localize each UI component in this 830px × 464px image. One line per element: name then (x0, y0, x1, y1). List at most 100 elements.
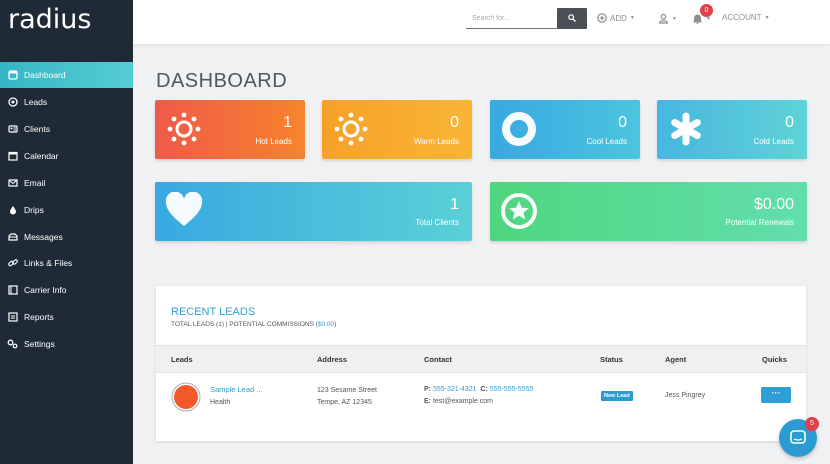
chat-icon (790, 430, 806, 444)
plus-circle-icon (597, 13, 607, 23)
add-menu[interactable]: ADD ▼ (597, 13, 635, 23)
total-clients-card[interactable]: 1 Total Clients (155, 182, 472, 241)
column-contact[interactable]: Contact (424, 355, 452, 364)
search-icon (568, 14, 576, 22)
sidebar-item-clients[interactable]: Clients (0, 116, 133, 142)
hot-leads-card[interactable]: 1 Hot Leads (155, 100, 305, 159)
sidebar-item-label: Reports (24, 312, 54, 322)
phone-link[interactable]: 555-321-4321 (433, 386, 477, 393)
summary-prefix: TOTAL LEADS (1) | POTENTIAL COMMISSIONS … (171, 321, 318, 328)
column-agent[interactable]: Agent (665, 355, 686, 364)
cold-leads-label: Cold Leads (753, 137, 794, 146)
sidebar: radius Dashboard Leads Clients Calendar … (0, 0, 133, 464)
calendar-icon (7, 151, 18, 162)
agent-name: Jess Pingrey (665, 392, 706, 399)
drip-icon (7, 205, 18, 216)
hot-leads-label: Hot Leads (255, 137, 292, 146)
settings-icon (7, 339, 18, 350)
email-value: test@example.com (432, 398, 493, 405)
sidebar-item-links-files[interactable]: Links & Files (0, 250, 133, 276)
dashboard-icon (7, 70, 18, 81)
ring-icon (502, 112, 536, 146)
chat-badge: 5 (805, 417, 819, 431)
cool-leads-card[interactable]: 0 Cool Leads (490, 100, 640, 159)
cell-link[interactable]: 555-555-5555 (490, 386, 534, 393)
column-status[interactable]: Status (600, 355, 623, 364)
potential-renewals-card[interactable]: $0.00 Potential Renewals (490, 182, 807, 241)
top-bar: ADD ▼ ▼ ▼ 0 ACCOUNT ▼ (133, 0, 830, 44)
sidebar-item-carrier-info[interactable]: Carrier Info (0, 277, 133, 303)
warm-leads-card[interactable]: 0 Warm Leads (322, 100, 472, 159)
sidebar-item-label: Email (24, 178, 46, 188)
page-title: DASHBOARD (156, 70, 288, 92)
total-clients-value: 1 (450, 196, 459, 213)
table-header: Leads Address Contact Status Agent Quick… (156, 345, 806, 373)
recent-leads-summary: TOTAL LEADS (1) | POTENTIAL COMMISSIONS … (171, 321, 336, 328)
sidebar-item-label: Drips (24, 205, 44, 215)
search-input[interactable] (466, 9, 557, 29)
user-menu[interactable]: ▼ (658, 13, 677, 24)
cell-label: C: (480, 386, 488, 393)
chevron-down-icon: ▼ (629, 15, 635, 21)
sidebar-item-calendar[interactable]: Calendar (0, 143, 133, 169)
address-line-1: 123 Sesame Street (317, 387, 377, 394)
recent-leads-title: RECENT LEADS (171, 306, 256, 318)
snowflake-icon (671, 112, 701, 146)
heart-icon (165, 192, 203, 226)
add-label: ADD (610, 13, 627, 23)
search-button[interactable] (557, 8, 587, 29)
column-address[interactable]: Address (317, 355, 347, 364)
sidebar-item-messages[interactable]: Messages (0, 224, 133, 250)
user-icon (658, 13, 669, 24)
column-quicks[interactable]: Quicks (762, 355, 787, 364)
cool-leads-value: 0 (618, 114, 627, 131)
contact-email: E: test@example.com (424, 398, 493, 405)
sidebar-item-label: Carrier Info (24, 285, 67, 295)
sidebar-item-leads[interactable]: Leads (0, 89, 133, 115)
phone-label: P: (424, 386, 431, 393)
warm-leads-value: 0 (450, 114, 459, 131)
account-label: ACCOUNT (722, 13, 762, 22)
sidebar-item-label: Messages (24, 232, 63, 242)
potential-renewals-value: $0.00 (753, 196, 794, 213)
sidebar-item-drips[interactable]: Drips (0, 197, 133, 223)
link-icon (7, 258, 18, 269)
quick-actions-button[interactable]: ··· (761, 387, 791, 403)
column-leads[interactable]: Leads (171, 355, 193, 364)
chevron-down-icon: ▼ (672, 15, 677, 22)
lead-name-link[interactable]: Sample Lead ... (210, 385, 263, 394)
cold-leads-value: 0 (785, 114, 794, 131)
chevron-down-icon: ▼ (764, 14, 770, 21)
potential-renewals-label: Potential Renewals (725, 218, 794, 227)
sidebar-item-email[interactable]: Email (0, 170, 133, 196)
sidebar-item-label: Settings (24, 339, 55, 349)
status-badge: New Lead (601, 391, 633, 401)
address-line-2: Tempe, AZ 12345 (317, 399, 372, 406)
warm-leads-label: Warm Leads (413, 137, 459, 146)
brand-logo[interactable]: radius (8, 4, 91, 35)
sun-icon (334, 112, 368, 146)
sidebar-item-label: Dashboard (24, 70, 66, 80)
sidebar-item-label: Calendar (24, 151, 59, 161)
leads-icon (7, 97, 18, 108)
email-label: E: (424, 398, 431, 405)
sidebar-item-dashboard[interactable]: Dashboard (0, 62, 133, 88)
contact-phones: P: 555-321-4321 C: 555-555-5555 (424, 386, 533, 393)
star-badge-icon (501, 193, 537, 229)
clients-icon (7, 124, 18, 135)
sidebar-item-settings[interactable]: Settings (0, 331, 133, 357)
sidebar-item-reports[interactable]: Reports (0, 304, 133, 330)
account-menu[interactable]: ACCOUNT ▼ (722, 13, 770, 22)
commission-link[interactable]: $0.00 (318, 321, 334, 328)
reports-icon (7, 312, 18, 323)
lead-type: Health (210, 399, 231, 406)
sidebar-item-label: Leads (24, 97, 48, 107)
cold-leads-card[interactable]: 0 Cold Leads (657, 100, 807, 159)
hot-leads-value: 1 (283, 114, 292, 131)
sidebar-item-label: Clients (24, 124, 50, 134)
messages-icon (7, 232, 18, 243)
hot-lead-avatar-icon (171, 382, 201, 412)
cool-leads-label: Cool Leads (586, 137, 627, 146)
total-clients-label: Total Clients (415, 218, 459, 227)
notification-badge: 0 (700, 4, 713, 17)
